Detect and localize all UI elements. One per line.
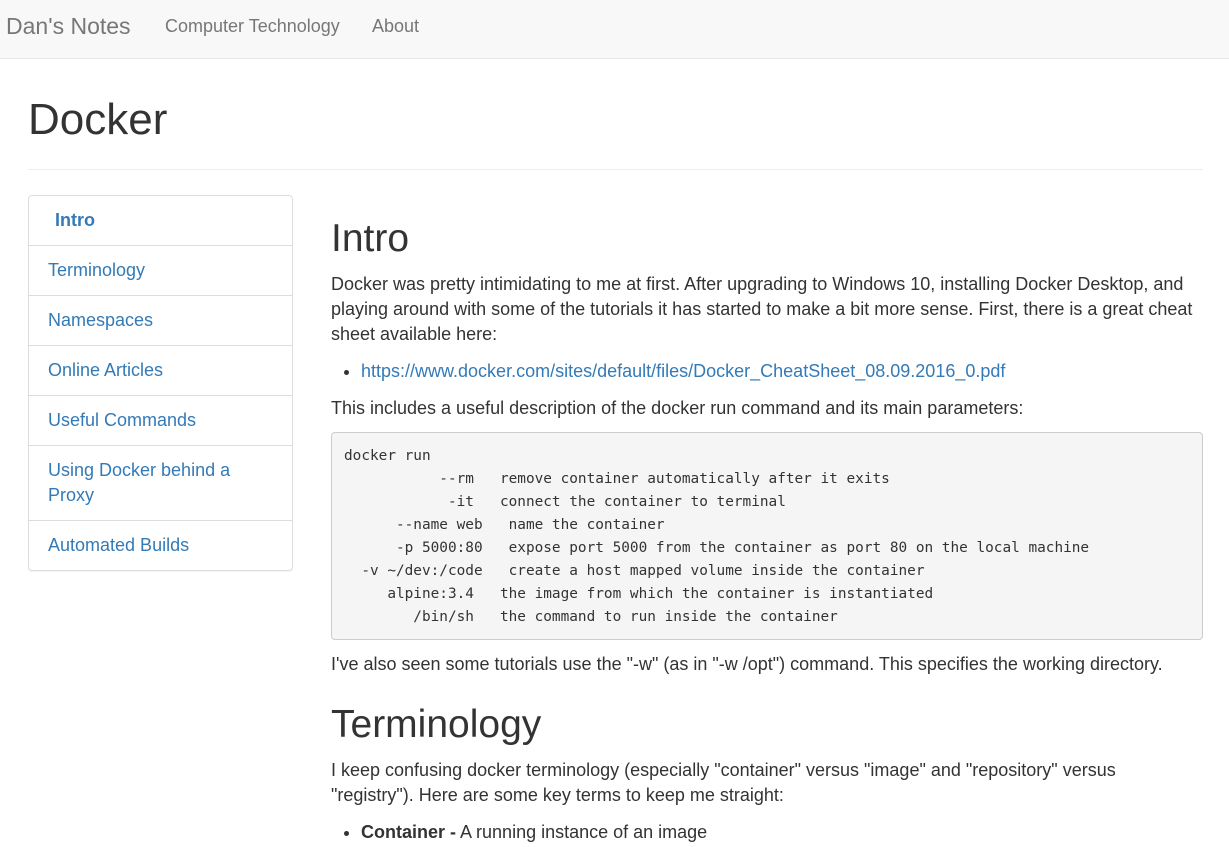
brand-link[interactable]: Dan's Notes <box>6 12 131 40</box>
intro-paragraph: Docker was pretty intimidating to me at … <box>331 274 1193 344</box>
sidebar-item-online-articles[interactable]: Online Articles <box>29 345 292 395</box>
main-content: Intro Docker was pretty intimidating to … <box>331 214 1203 845</box>
terminology-paragraph: I keep confusing docker terminology (esp… <box>331 760 1116 805</box>
header-divider <box>28 169 1203 170</box>
sidebar-item-namespaces[interactable]: Namespaces <box>29 295 292 345</box>
sidebar-item-proxy[interactable]: Using Docker behind a Proxy <box>29 445 292 520</box>
section-heading-intro: Intro <box>331 217 410 260</box>
list-item: https://www.docker.com/sites/default/fil… <box>361 359 1203 384</box>
terms-list: Container - A running instance of an ima… <box>331 820 1203 845</box>
nav-link-about[interactable]: About <box>372 15 419 37</box>
navbar: Dan's Notes Computer Technology About <box>0 0 1229 59</box>
term-name: Container - <box>361 822 457 842</box>
sidebar-item-intro[interactable]: Intro <box>29 196 292 245</box>
cheat-sheet-list: https://www.docker.com/sites/default/fil… <box>331 359 1203 384</box>
sidebar-item-useful-commands[interactable]: Useful Commands <box>29 395 292 445</box>
sidebar-nav: Intro Terminology Namespaces Online Arti… <box>28 195 293 571</box>
page-title: Docker <box>28 95 168 144</box>
term-definition: A running instance of an image <box>456 822 708 842</box>
docker-run-paragraph: This includes a useful description of th… <box>331 398 1024 418</box>
nav-link-computer-technology[interactable]: Computer Technology <box>165 15 340 37</box>
sidebar-item-terminology[interactable]: Terminology <box>29 245 292 295</box>
working-directory-paragraph: I've also seen some tutorials use the "-… <box>331 654 1163 674</box>
sidebar-item-automated-builds[interactable]: Automated Builds <box>29 520 292 570</box>
docker-run-code-block: docker run --rm remove container automat… <box>331 432 1203 640</box>
list-item: Container - A running instance of an ima… <box>361 820 1203 845</box>
cheat-sheet-link[interactable]: https://www.docker.com/sites/default/fil… <box>361 361 1005 381</box>
section-heading-terminology: Terminology <box>331 703 542 746</box>
